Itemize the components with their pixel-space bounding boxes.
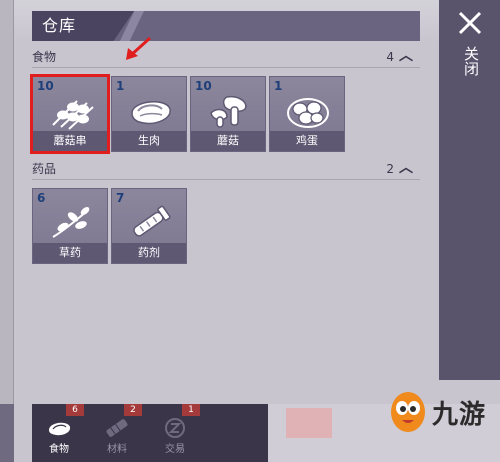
- mushroom-icon: [210, 95, 247, 128]
- item-quantity: 6: [37, 191, 46, 205]
- item-quantity: 7: [116, 191, 125, 205]
- watermark-faded-logo: [286, 408, 332, 438]
- collapse-caret-icon[interactable]: ︿: [398, 48, 414, 64]
- watermark: 九游: [268, 380, 500, 462]
- watermark-text: 九游: [432, 400, 487, 430]
- herb-icon: [52, 207, 90, 238]
- close-icon[interactable]: [457, 10, 483, 36]
- bottom-tab-bar: 6 食物 2 材料 1 交易: [32, 404, 268, 462]
- tab-badge: 6: [66, 404, 84, 416]
- raw-meat-icon: [131, 101, 171, 125]
- selected-item-highlight: [30, 74, 110, 154]
- material-icon: [106, 419, 128, 437]
- item-slot[interactable]: 10 蘑菇: [190, 76, 266, 152]
- section-count: 4: [386, 50, 394, 64]
- item-quantity: 1: [116, 79, 125, 93]
- eggs-icon: [287, 98, 329, 128]
- item-slot[interactable]: 1 生肉: [111, 76, 187, 152]
- left-frame-strip: [0, 404, 14, 462]
- section-title: 食物: [32, 50, 57, 64]
- page-title: 仓库: [32, 11, 134, 41]
- section-count: 2: [386, 162, 394, 176]
- item-name: 蘑菇: [191, 131, 265, 151]
- tab-food[interactable]: 6 食物: [32, 404, 86, 462]
- item-name: 草药: [33, 243, 107, 263]
- section-title: 药品: [32, 162, 57, 176]
- item-name: 鸡蛋: [270, 131, 344, 151]
- food-icon: [49, 422, 71, 436]
- close-label[interactable]: 关闭: [457, 46, 481, 76]
- collapse-caret-icon[interactable]: ︿: [398, 160, 414, 176]
- close-panel[interactable]: 关闭: [439, 0, 500, 380]
- potion-vial-icon: [133, 205, 171, 237]
- item-name: 生肉: [112, 131, 186, 151]
- item-name: 药剂: [112, 243, 186, 263]
- item-slot[interactable]: 7 药剂: [111, 188, 187, 264]
- section-header-medicine[interactable]: 药品 2 ︿: [32, 158, 420, 180]
- section-header-food[interactable]: 食物 4 ︿: [32, 46, 420, 68]
- item-slot[interactable]: 6 草药: [32, 188, 108, 264]
- item-slot[interactable]: 1 鸡蛋: [269, 76, 345, 152]
- left-frame: [0, 0, 14, 462]
- trade-icon: [165, 418, 185, 438]
- item-quantity: 1: [274, 79, 283, 93]
- tab-badge: 1: [182, 404, 200, 416]
- tab-label: 材料: [107, 444, 127, 455]
- tab-trade[interactable]: 1 交易: [148, 404, 202, 462]
- tab-label: 交易: [165, 444, 185, 455]
- tab-label: 食物: [49, 444, 69, 455]
- tab-material[interactable]: 2 材料: [90, 404, 144, 462]
- tab-badge: 2: [124, 404, 142, 416]
- watermark-mascot-icon: [391, 392, 425, 432]
- title-bar: 仓库: [32, 11, 420, 41]
